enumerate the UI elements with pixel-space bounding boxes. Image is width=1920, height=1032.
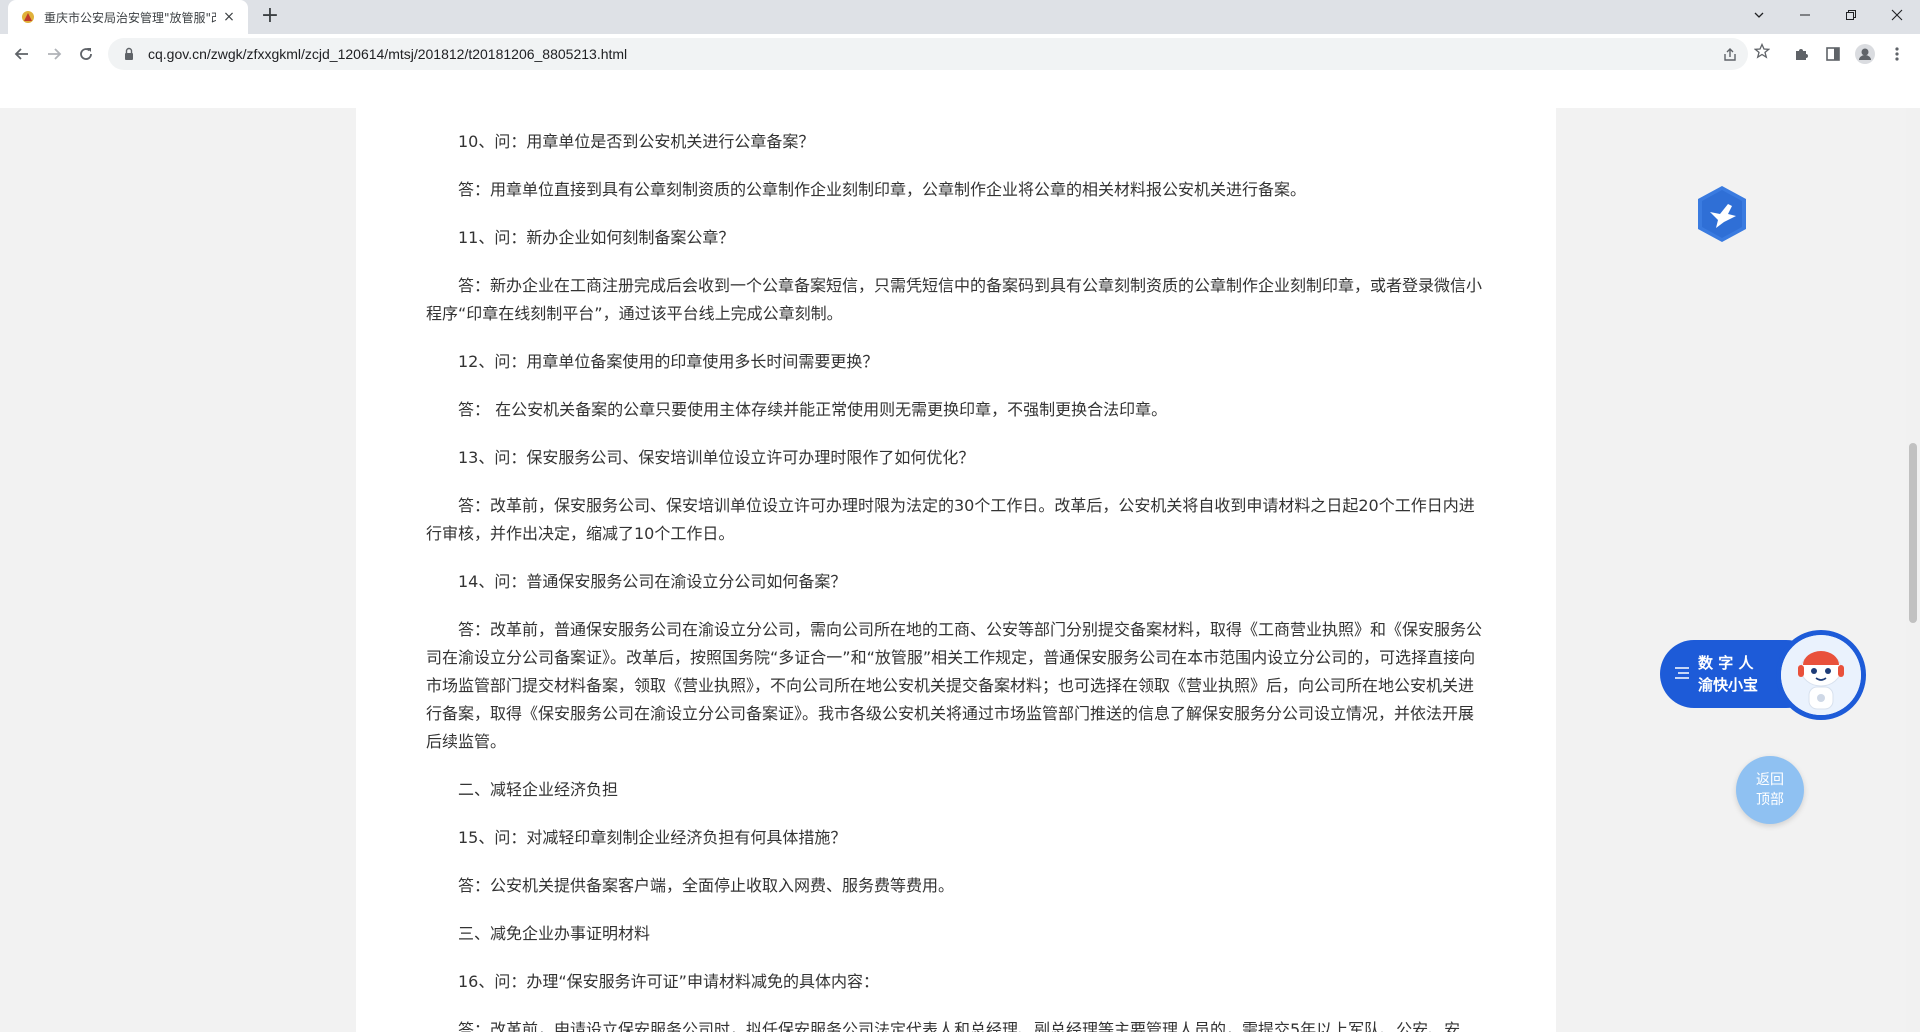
profile-avatar-icon[interactable] (1853, 42, 1877, 66)
article-paragraph: 答：用章单位直接到具有公章刻制资质的公章制作企业刻制印章，公章制作企业将公章的相… (458, 180, 1307, 199)
article-container: 10、问：用章单位是否到公安机关进行公章备案？ 答：用章单位直接到具有公章刻制资… (356, 108, 1556, 1032)
url-text: cq.gov.cn/zwgk/zfxxgkml/zcjd_120614/mtsj… (148, 46, 628, 62)
article-paragraph: 答： 在公安机关备案的公章只要使用主体存续并能正常使用则无需更换印章，不强制更换… (458, 400, 1168, 419)
minimize-icon[interactable] (1782, 0, 1828, 30)
browser-toolbar: cq.gov.cn/zwgk/zfxxgkml/zcjd_120614/mtsj… (0, 34, 1920, 74)
tab-search-chevron-icon[interactable] (1736, 0, 1782, 30)
reload-icon[interactable] (72, 40, 100, 68)
bird-logo-icon[interactable] (1694, 184, 1750, 244)
article-paragraph: 12、问：用章单位备案使用的印章使用多长时间需要更换？ (458, 352, 879, 371)
tab-title: 重庆市公安局治安管理"放管服"改革 (44, 10, 216, 25)
address-bar[interactable]: cq.gov.cn/zwgk/zfxxgkml/zcjd_120614/mtsj… (108, 38, 1748, 70)
back-to-top-button[interactable]: 返回 顶部 (1736, 756, 1804, 824)
article-paragraph: 10、问：用章单位是否到公安机关进行公章备案？ (458, 132, 815, 151)
restore-icon[interactable] (1828, 0, 1874, 30)
article-paragraph: 答：新办企业在工商注册完成后会收到一个公章备案短信，只需凭短信中的备案码到具有公… (426, 276, 1483, 323)
article-paragraph: 15、问：对减轻印章刻制企业经济负担有何具体措施？ (458, 828, 847, 847)
digital-human-name: 渝快小宝 (1698, 676, 1759, 694)
article-paragraph: 13、问：保安服务公司、保安培训单位设立许可办理时限作了如何优化？ (458, 448, 975, 467)
page-header-strip (0, 74, 1920, 108)
tab-close-icon[interactable]: × (220, 8, 238, 26)
section-heading: 三、减免企业办事证明材料 (458, 924, 651, 943)
police-emblem-icon (22, 11, 34, 23)
new-tab-button[interactable]: + (258, 5, 282, 29)
back-to-top-line1: 返回 (1756, 772, 1784, 788)
share-icon[interactable] (1719, 44, 1741, 66)
browser-tab[interactable]: 重庆市公安局治安管理"放管服"改革 × (8, 0, 248, 34)
lock-icon (125, 47, 133, 60)
section-heading: 二、减轻企业经济负担 (458, 780, 619, 799)
page-viewport: 10、问：用章单位是否到公安机关进行公章备案？ 答：用章单位直接到具有公章刻制资… (0, 108, 1906, 1032)
tab-strip: 重庆市公安局治安管理"放管服"改革 × + (0, 0, 1920, 34)
scrollbar-thumb[interactable] (1909, 443, 1917, 623)
page-scrollbar[interactable] (1906, 108, 1920, 1032)
extensions-puzzle-icon[interactable] (1789, 42, 1813, 66)
article-paragraph: 16、问：办理“保安服务许可证”申请材料减免的具体内容： (458, 972, 879, 991)
article-paragraph: 答：公安机关提供备案客户端，全面停止收取入网费、服务费等费用。 (458, 876, 955, 895)
article-paragraph: 14、问：普通保安服务公司在渝设立分公司如何备案？ (458, 572, 847, 591)
bookmark-star-icon[interactable] (1751, 40, 1773, 62)
back-to-top-line2: 顶部 (1756, 792, 1784, 808)
digital-human-widget[interactable]: 数 字 人 渝快小宝 (1660, 630, 1866, 720)
robot-avatar-icon[interactable] (1776, 630, 1866, 720)
article-paragraph: 答：改革前，申请设立保安服务公司时，拟任保安服务公司法定代表人和总经理、副总经理… (458, 1020, 1461, 1032)
menu-lines-icon (1674, 665, 1690, 684)
digital-human-label: 数 字 人 (1698, 654, 1754, 672)
forward-arrow-icon[interactable] (40, 40, 68, 68)
back-arrow-icon[interactable] (8, 40, 36, 68)
close-window-icon[interactable] (1874, 0, 1920, 30)
article-paragraph: 答：改革前，保安服务公司、保安培训单位设立许可办理时限为法定的30个工作日。改革… (426, 496, 1475, 543)
side-panel-icon[interactable] (1821, 42, 1845, 66)
article-paragraph: 答：改革前，普通保安服务公司在渝设立分公司，需向公司所在地的工商、公安等部门分别… (426, 620, 1483, 751)
kebab-menu-icon[interactable] (1885, 42, 1909, 66)
article-paragraph: 11、问：新办企业如何刻制备案公章？ (458, 228, 735, 247)
